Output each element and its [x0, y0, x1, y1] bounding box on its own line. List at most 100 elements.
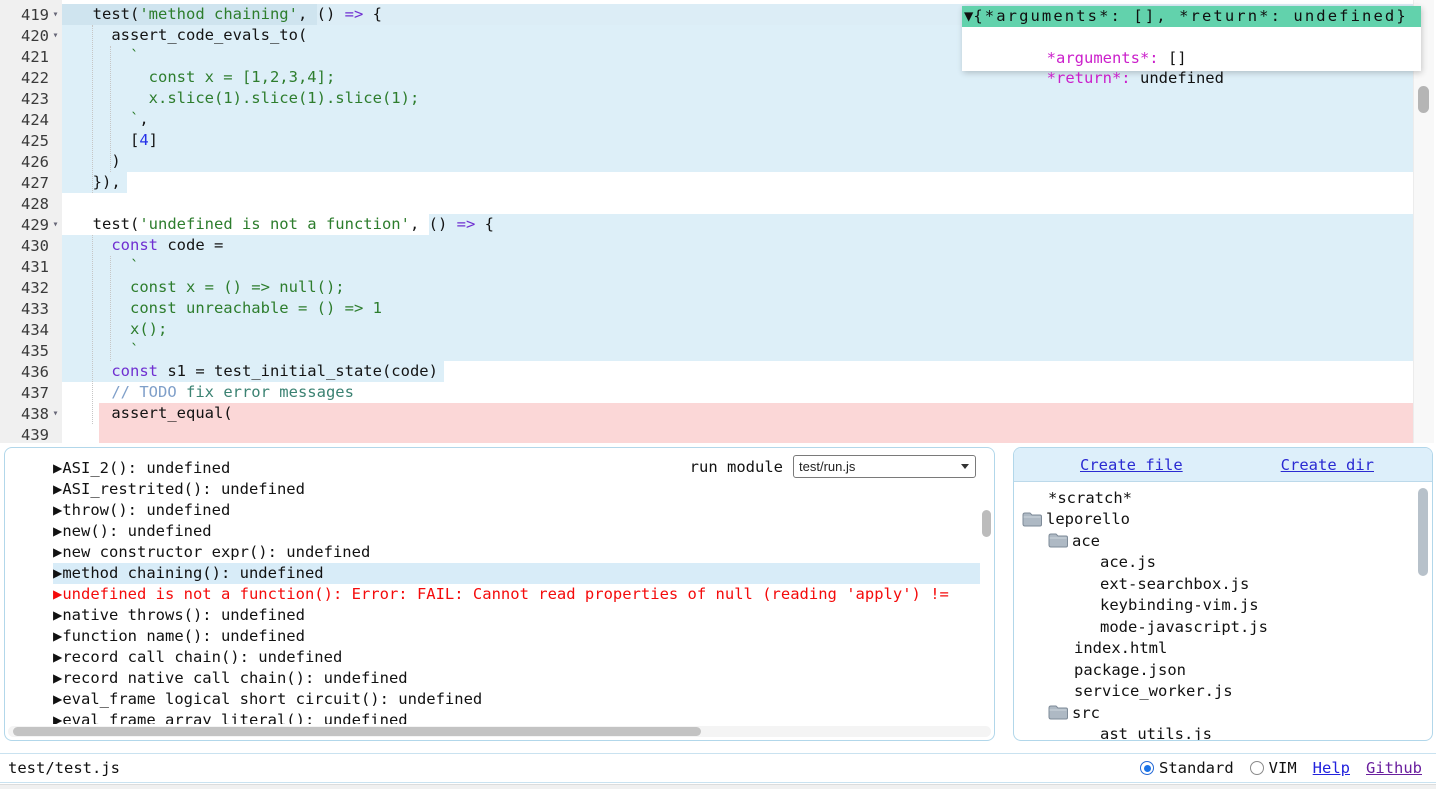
- fold-arrow-icon[interactable]: ▾: [49, 408, 62, 419]
- tree-item-label: ace: [1072, 532, 1100, 550]
- line-number: 428: [0, 195, 49, 213]
- value-inspector-popup: ▼ {*arguments*: [], *return*: undefined}…: [962, 6, 1421, 71]
- gutter-line-426: 426: [0, 151, 62, 172]
- code-line-432[interactable]: const x = () => null();: [74, 277, 345, 298]
- code-line-423[interactable]: x.slice(1).slice(1).slice(1);: [74, 88, 419, 109]
- calltree-row[interactable]: ▶new(): undefined: [53, 521, 980, 542]
- gutter-line-433: 433: [0, 298, 62, 319]
- code-line-420[interactable]: assert_code_evals_to(: [74, 25, 307, 46]
- tree-item-service-worker-js[interactable]: service_worker.js: [1014, 681, 1418, 703]
- code-line-422[interactable]: const x = [1,2,3,4];: [74, 67, 335, 88]
- create-file-link[interactable]: Create file: [1080, 456, 1183, 474]
- gutter-line-432: 432: [0, 277, 62, 298]
- tree-item-label: service_worker.js: [1074, 682, 1233, 700]
- tree-item-ext-searchbox-js[interactable]: ext-searchbox.js: [1014, 573, 1418, 595]
- tree-item-keybinding-vim-js[interactable]: keybinding-vim.js: [1014, 595, 1418, 617]
- fold-arrow-icon[interactable]: ▾: [49, 9, 62, 20]
- gutter-line-422: 422: [0, 67, 62, 88]
- line-number: 438: [0, 405, 49, 423]
- keybinding-vim-radio[interactable]: VIM: [1250, 759, 1297, 777]
- calltree-row[interactable]: ▶ASI_restrited(): undefined: [53, 479, 980, 500]
- gutter-line-419: 419▾: [0, 4, 62, 25]
- status-bar-right: Standard VIM Help Github: [1140, 759, 1422, 777]
- tree-item-ace[interactable]: ace: [1014, 530, 1418, 552]
- tree-item-label: leporello: [1046, 510, 1130, 528]
- code-line-424[interactable]: `,: [74, 109, 149, 130]
- radio-unselected-icon[interactable]: [1250, 761, 1264, 775]
- calltree-row[interactable]: ▶record call chain(): undefined: [53, 647, 980, 668]
- gutter-line-425: 425: [0, 130, 62, 151]
- inspector-value: []: [1159, 49, 1187, 67]
- help-link[interactable]: Help: [1313, 759, 1350, 777]
- tree-item-label: src: [1072, 704, 1100, 722]
- run-module-select[interactable]: test/run.js: [793, 455, 976, 478]
- gutter-line-424: 424: [0, 109, 62, 130]
- keybinding-standard-radio[interactable]: Standard: [1140, 759, 1234, 777]
- gutter-line-438: 438▾: [0, 403, 62, 424]
- calltree-row[interactable]: ▶native throws(): undefined: [53, 605, 980, 626]
- code-line-434[interactable]: x();: [74, 319, 167, 340]
- github-link[interactable]: Github: [1366, 759, 1422, 777]
- code-line-426[interactable]: ): [74, 151, 121, 172]
- code-line-437[interactable]: // TODO fix error messages: [74, 382, 354, 403]
- code-line-433[interactable]: const unreachable = () => 1: [74, 298, 382, 319]
- calltree-horizontal-scrollbar[interactable]: [8, 726, 991, 737]
- code-line-419[interactable]: test('method chaining', () => {: [74, 4, 382, 25]
- code-line-438[interactable]: assert_equal(: [74, 403, 233, 424]
- calltree-row[interactable]: ▶eval_frame logical short circuit(): und…: [53, 689, 980, 710]
- scrollbar-thumb[interactable]: [1418, 488, 1428, 576]
- code-editor[interactable]: 419▾420▾421422423424425426427428429▾4304…: [0, 0, 1436, 443]
- code-line-429[interactable]: test('undefined is not a function', () =…: [74, 214, 494, 235]
- inspector-value: undefined: [1131, 69, 1224, 87]
- calltree-vertical-scrollbar[interactable]: [981, 452, 992, 724]
- collapse-caret-icon[interactable]: ▼: [962, 6, 973, 27]
- highlight-band: [429, 214, 1414, 235]
- tree-item-ast-utils-js[interactable]: ast_utils.js: [1014, 724, 1418, 741]
- fold-arrow-icon[interactable]: ▾: [49, 30, 62, 41]
- folder-icon: [1048, 533, 1068, 548]
- code-line-421[interactable]: `: [74, 46, 139, 67]
- run-module-bar: run module test/run.js: [690, 455, 976, 478]
- tree-item-ace-js[interactable]: ace.js: [1014, 552, 1418, 574]
- tree-item-index-html[interactable]: index.html: [1014, 638, 1418, 660]
- calltree-row[interactable]: ▶undefined is not a function(): Error: F…: [53, 584, 980, 605]
- calltree-row[interactable]: ▶throw(): undefined: [53, 500, 980, 521]
- gutter-line-429: 429▾: [0, 214, 62, 235]
- file-tree-scrollbar[interactable]: [1418, 488, 1429, 736]
- highlight-band: [62, 235, 1414, 256]
- code-line-435[interactable]: `: [74, 340, 139, 361]
- tree-item-leporello[interactable]: leporello: [1014, 509, 1418, 531]
- inspector-header[interactable]: ▼ {*arguments*: [], *return*: undefined}: [962, 6, 1421, 27]
- line-number: 421: [0, 48, 49, 66]
- code-line-427[interactable]: }),: [74, 172, 121, 193]
- scrollbar-thumb[interactable]: [982, 510, 991, 537]
- scrollbar-thumb[interactable]: [1418, 86, 1429, 113]
- create-dir-link[interactable]: Create dir: [1281, 456, 1374, 474]
- radio-selected-icon[interactable]: [1140, 761, 1154, 775]
- gutter-line-423: 423: [0, 88, 62, 109]
- calltree-row[interactable]: ▶method chaining(): undefined: [53, 563, 980, 584]
- tree-item-mode-javascript-js[interactable]: mode-javascript.js: [1014, 616, 1418, 638]
- inspector-row[interactable]: *arguments*: []: [972, 28, 1421, 48]
- calltree-rows: ▶ASI_2(): undefined▶ASI_restrited(): und…: [5, 452, 980, 724]
- code-line-425[interactable]: [4]: [74, 130, 158, 151]
- calltree-row[interactable]: ▶record native call chain(): undefined: [53, 668, 980, 689]
- tree-item-package-json[interactable]: package.json: [1014, 659, 1418, 681]
- calltree-row[interactable]: ▶new constructor expr(): undefined: [53, 542, 980, 563]
- fold-arrow-icon[interactable]: ▾: [49, 219, 62, 230]
- run-module-select-wrap: test/run.js: [793, 455, 976, 478]
- line-number: 437: [0, 384, 49, 402]
- line-number: 431: [0, 258, 49, 276]
- scrollbar-thumb[interactable]: [13, 727, 701, 736]
- highlight-band: [99, 403, 1414, 424]
- file-tree: *scratch*leporello ace ace.jsext-searchbox…: [1014, 482, 1418, 740]
- code-line-431[interactable]: `: [74, 256, 139, 277]
- code-line-430[interactable]: const code =: [74, 235, 233, 256]
- tree-item-src[interactable]: src: [1014, 702, 1418, 724]
- tree-item--scratch-[interactable]: *scratch*: [1014, 487, 1418, 509]
- calltree-row[interactable]: ▶eval_frame array_literal(): undefined: [53, 710, 980, 724]
- code-line-436[interactable]: const s1 = test_initial_state(code): [74, 361, 438, 382]
- gutter-line-435: 435: [0, 340, 62, 361]
- line-number: 425: [0, 132, 49, 150]
- calltree-row[interactable]: ▶function name(): undefined: [53, 626, 980, 647]
